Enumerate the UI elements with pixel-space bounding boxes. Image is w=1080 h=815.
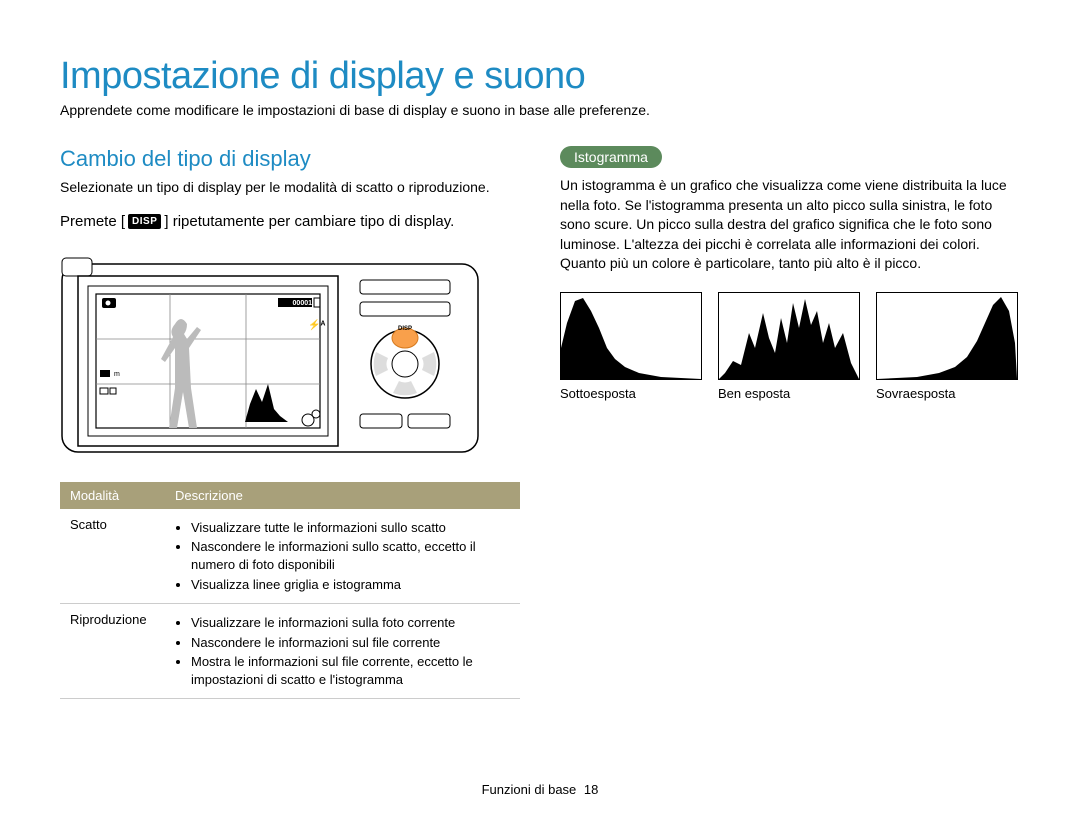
histogram-overexposed <box>876 292 1018 380</box>
table-row: Scatto Visualizzare tutte le informazion… <box>60 509 520 604</box>
section-intro: Selezionate un tipo di display per le mo… <box>60 178 520 197</box>
list-item: Nascondere le informazioni sullo scatto,… <box>191 538 510 573</box>
th-desc: Descrizione <box>165 482 520 509</box>
histogram-paragraph: Un istogramma è un grafico che visualizz… <box>560 176 1020 274</box>
histogram-underexposed <box>560 292 702 380</box>
histogram-row: Sottoesposta Ben esposta <box>560 292 1020 401</box>
histogram-pill: Istogramma <box>560 146 662 168</box>
svg-text:m: m <box>114 371 120 378</box>
camera-illustration: 00001 ⚡ᴬ m <box>60 244 480 464</box>
list-item: Visualizza linee griglia e istogramma <box>191 576 510 594</box>
svg-text:⚡ᴬ: ⚡ᴬ <box>308 318 325 331</box>
histogram-wellexposed <box>718 292 860 380</box>
hist-label-well: Ben esposta <box>718 386 858 401</box>
hist-label-under: Sottoesposta <box>560 386 700 401</box>
mode-name-scatto: Scatto <box>60 509 165 604</box>
list-item: Visualizzare tutte le informazioni sullo… <box>191 519 510 537</box>
hist-label-over: Sovraesposta <box>876 386 1016 401</box>
svg-text:DISP: DISP <box>398 326 412 332</box>
th-mode: Modalità <box>60 482 165 509</box>
mode-name-riproduzione: Riproduzione <box>60 604 165 699</box>
page-footer: Funzioni di base 18 <box>0 782 1080 797</box>
list-item: Visualizzare le informazioni sulla foto … <box>191 614 510 632</box>
disp-icon: DISP <box>128 214 161 229</box>
list-item: Mostra le informazioni sul file corrente… <box>191 653 510 688</box>
modes-table: Modalità Descrizione Scatto Visualizzare… <box>60 482 520 699</box>
svg-text:00001: 00001 <box>293 300 313 307</box>
instruction-line: Premete [DISP] ripetutamente per cambiar… <box>60 213 520 230</box>
table-row: Riproduzione Visualizzare le informazion… <box>60 604 520 699</box>
list-item: Nascondere le informazioni sul file corr… <box>191 634 510 652</box>
section-change-display: Cambio del tipo di display <box>60 146 520 172</box>
page-subtitle: Apprendete come modificare le impostazio… <box>60 102 1020 118</box>
page-title: Impostazione di display e suono <box>60 55 1020 98</box>
